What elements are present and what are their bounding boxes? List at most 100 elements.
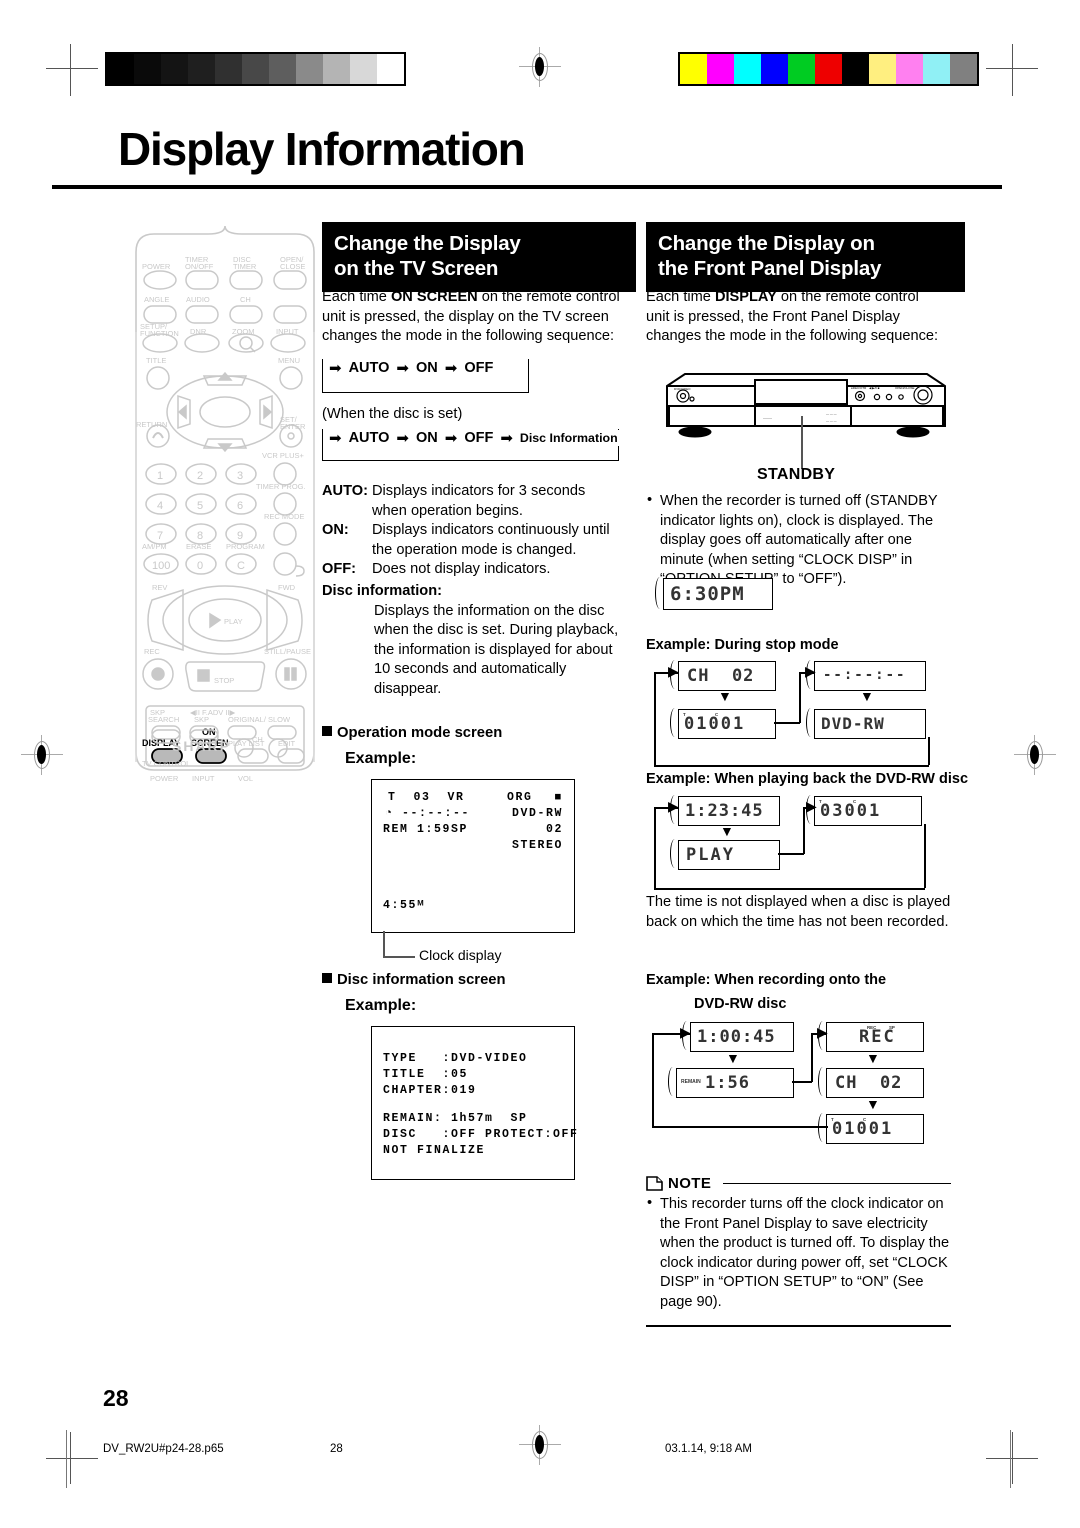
svg-text:———: ——— bbox=[763, 416, 772, 420]
definition-term: ON: bbox=[322, 522, 349, 539]
grayscale-calibration-bar bbox=[105, 52, 406, 86]
manual-page: Display Information POWER TIMER ON/OFF D… bbox=[0, 0, 1080, 1528]
arrow-icon: ▶ bbox=[680, 1024, 691, 1040]
registration-mark-bottom bbox=[519, 1425, 561, 1465]
arrow-icon: ▶ bbox=[668, 663, 679, 679]
note-divider bbox=[723, 1183, 951, 1185]
disc-info-line-chapter: CHAPTER:019 bbox=[383, 1084, 477, 1097]
page-number: 28 bbox=[103, 1385, 129, 1411]
operation-mode-example-label: Example: bbox=[345, 750, 417, 767]
definition-text: Displays indicators continuously until t… bbox=[372, 522, 610, 558]
flow-line bbox=[799, 672, 801, 723]
rec-example-label-line1: Example: When recording onto the bbox=[646, 972, 887, 988]
flow-line bbox=[924, 824, 926, 888]
seq1-item-on: ON bbox=[415, 360, 438, 376]
flow-line bbox=[774, 722, 800, 724]
arrow-icon: ➡ bbox=[329, 359, 342, 377]
lcd-rec-counter: TC 01001 bbox=[818, 1113, 924, 1144]
registration-mark-right bbox=[1014, 735, 1056, 775]
disc-information-screen-heading: Disc information screen bbox=[322, 972, 506, 988]
osd-line-3-left: REM 1:59SP bbox=[383, 823, 469, 836]
svg-text:AUDIO: AUDIO bbox=[186, 295, 210, 304]
when-disc-set-label: (When the disc is set) bbox=[322, 406, 463, 422]
arrow-down-icon: ▼ bbox=[866, 1050, 880, 1066]
disc-information-screen: TYPE :DVD-VIDEO TITLE :05 CHAPTER:019 RE… bbox=[371, 1026, 577, 1180]
remote-control-illustration: POWER TIMER ON/OFF DISC TIMER OPEN/CLOSE AN… bbox=[128, 222, 323, 787]
svg-text:FWD: FWD bbox=[278, 583, 296, 592]
note-body: This recorder turns off the clock indica… bbox=[646, 1194, 951, 1313]
definition-on: ON: Displays indicators continuously unt… bbox=[322, 521, 622, 560]
svg-text:TIMER PROG.: TIMER PROG. bbox=[256, 482, 306, 491]
left-intro-pre: Each time bbox=[322, 289, 391, 305]
left-banner-line2: on the TV Screen bbox=[334, 257, 499, 280]
footer-right-mark bbox=[1010, 1430, 1011, 1488]
svg-text:3: 3 bbox=[237, 470, 243, 482]
title-divider bbox=[52, 185, 1002, 189]
osd-audio-mode: STEREO bbox=[511, 839, 563, 852]
osd-disc-type: DVD-RW bbox=[511, 807, 563, 820]
arrow-down-icon: ▼ bbox=[860, 688, 874, 704]
sequence-box-2: ➡ AUTO ➡ ON ➡ OFF ➡ Disc Information bbox=[322, 429, 622, 461]
footer-left-mark bbox=[66, 1430, 67, 1488]
arrow-down-icon: ▼ bbox=[720, 823, 734, 839]
seq2-item-off: OFF bbox=[464, 430, 494, 446]
standby-callout-line bbox=[801, 416, 803, 469]
arrow-icon: ▶ bbox=[668, 798, 679, 814]
lcd-play-time: 1:23:45 bbox=[670, 795, 780, 826]
lcd-standby-clock: 6:30PM bbox=[655, 577, 773, 610]
stop-mode-example-label: Example: During stop mode bbox=[646, 637, 839, 653]
svg-text:ERASE: ERASE bbox=[186, 542, 211, 551]
svg-text:INPUT: INPUT bbox=[276, 327, 299, 336]
svg-text:ANGLE: ANGLE bbox=[144, 295, 169, 304]
disc-info-line-title: TITLE :05 bbox=[383, 1068, 469, 1081]
right-banner-line1: Change the Display on bbox=[658, 232, 875, 255]
definition-term: AUTO: bbox=[322, 483, 368, 499]
osd-line-1-left: T 03 VR ORG bbox=[388, 791, 533, 804]
left-intro-paragraph: Each time ON SCREEN on the remote contro… bbox=[322, 288, 622, 347]
standby-note: When the recorder is turned off (STANDBY… bbox=[646, 491, 951, 590]
svg-text:TITLE: TITLE bbox=[146, 356, 166, 365]
display-keyword: DISPLAY bbox=[714, 289, 777, 305]
svg-text:1: 1 bbox=[157, 470, 163, 482]
seq2-item-auto: AUTO bbox=[348, 430, 390, 446]
svg-text:REC MODE: REC MODE bbox=[264, 512, 304, 521]
svg-text:REV: REV bbox=[152, 583, 167, 592]
svg-text:C: C bbox=[237, 560, 245, 572]
seq2-item-on: ON bbox=[415, 430, 438, 446]
flow-line bbox=[654, 672, 656, 766]
flow-line bbox=[792, 1081, 812, 1083]
flow-line bbox=[654, 888, 925, 890]
flow-line bbox=[652, 1126, 828, 1128]
svg-text:STOP: STOP bbox=[214, 676, 234, 685]
osd-clock: 4:55ᴹ bbox=[383, 899, 426, 912]
lcd-play-status: PLAY bbox=[670, 839, 780, 870]
play-note-paragraph: The time is not displayed when a disc is… bbox=[646, 894, 951, 930]
lcd-stop-disc-type: DVD-RW bbox=[806, 708, 926, 739]
disc-information-term: Disc information: bbox=[322, 582, 442, 599]
note-heading: NOTE bbox=[646, 1175, 711, 1192]
lcd-left-tab-icon bbox=[818, 1113, 830, 1143]
svg-text:8: 8 bbox=[197, 530, 203, 542]
lcd-rec-time: 1:00:45 bbox=[682, 1021, 794, 1052]
lcd-rec-remain: REMAIN 1:56 bbox=[668, 1067, 794, 1098]
left-section-banner: Change the Display on the TV Screen bbox=[322, 222, 636, 292]
arrow-icon: ▶ bbox=[806, 798, 817, 814]
svg-text:CLOSE: CLOSE bbox=[280, 262, 305, 271]
svg-text:ZOOM: ZOOM bbox=[232, 327, 255, 336]
svg-text:VCR PLUS+: VCR PLUS+ bbox=[262, 451, 305, 460]
svg-text:— — —: — — — bbox=[826, 412, 837, 416]
bullet-square-icon bbox=[322, 973, 332, 983]
right-intro-paragraph: Each time DISPLAY on the remote control … bbox=[646, 288, 946, 347]
svg-text:REC: REC bbox=[144, 647, 160, 656]
flow-line bbox=[652, 1033, 654, 1128]
lcd-stop-channel: CH 02 bbox=[670, 660, 776, 691]
lcd-left-tab-icon bbox=[806, 708, 818, 738]
definition-text: Displays indicators for 3 seconds when o… bbox=[372, 483, 586, 519]
note-bottom-rule bbox=[646, 1325, 951, 1327]
svg-text:TV CONTROL: TV CONTROL bbox=[142, 759, 190, 768]
definition-text: Does not display indicators. bbox=[372, 561, 551, 578]
lcd-left-tab-icon bbox=[655, 577, 667, 609]
arrow-icon: ➡ bbox=[396, 359, 409, 377]
svg-text:CH: CH bbox=[240, 295, 251, 304]
lcd-rec-status: REC REC SP bbox=[818, 1021, 924, 1052]
